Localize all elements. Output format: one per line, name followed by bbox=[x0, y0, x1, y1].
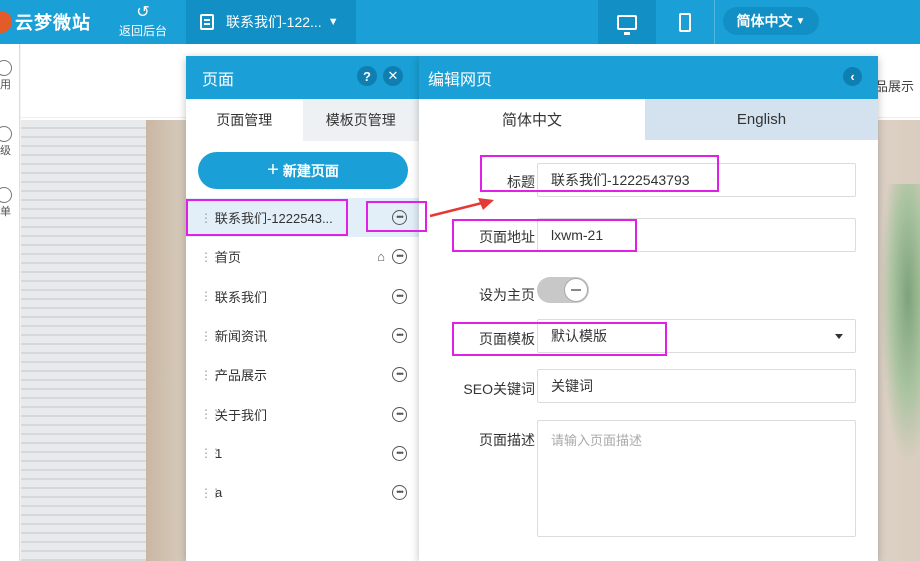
page-list-item[interactable]: ⋮⋮ a ••• bbox=[186, 473, 419, 512]
divider bbox=[714, 0, 715, 44]
back-to-admin-label: 返回后台 bbox=[118, 24, 167, 38]
language-tabs: 简体中文 English bbox=[419, 99, 878, 140]
set-homepage-label: 设为主页 bbox=[479, 287, 535, 303]
mobile-view-button[interactable] bbox=[656, 0, 714, 44]
mobile-icon bbox=[679, 12, 691, 32]
more-options-icon[interactable]: ••• bbox=[392, 210, 407, 226]
page-icon bbox=[200, 14, 214, 30]
preview-banner-plant bbox=[880, 184, 920, 464]
edit-panel-title: 编辑网页 bbox=[428, 71, 493, 89]
more-options-icon[interactable]: ••• bbox=[392, 249, 407, 265]
drag-handle-icon[interactable]: ⋮⋮ bbox=[200, 329, 222, 343]
drag-handle-icon[interactable]: ⋮⋮ bbox=[200, 446, 222, 460]
chevron-down-icon: ▼ bbox=[327, 16, 339, 28]
set-homepage-toggle[interactable] bbox=[537, 277, 589, 303]
more-options-icon[interactable]: ••• bbox=[392, 288, 407, 304]
title-input[interactable]: 联系我们-1222543793 bbox=[537, 163, 856, 197]
collapse-icon[interactable]: ‹ bbox=[843, 67, 862, 86]
logo-mark bbox=[0, 11, 12, 33]
seo-keywords-label: SEO关键词 bbox=[463, 381, 535, 397]
page-list-item[interactable]: ⋮⋮ 关于我们 ••• bbox=[186, 394, 419, 433]
pages-panel-tabs: 页面管理 模板页管理 bbox=[186, 99, 419, 141]
pages-panel-header: 页面 ? ✕ bbox=[186, 56, 419, 99]
annotation-arrow bbox=[429, 198, 494, 218]
page-list-item[interactable]: ⋮⋮ 首页 ⌂ ••• bbox=[186, 237, 419, 276]
user-icon bbox=[0, 187, 12, 203]
page-item-label: 联系我们 bbox=[215, 289, 268, 305]
edit-page-panel: 编辑网页 ‹ 简体中文 English 标题 联系我们-1222543793 页… bbox=[419, 56, 878, 561]
drag-handle-icon[interactable]: ⋮⋮ bbox=[200, 289, 222, 303]
title-label: 标题 bbox=[507, 174, 535, 190]
template-value: 默认模版 bbox=[551, 328, 607, 344]
page-item-label: 1 bbox=[215, 445, 223, 461]
page-list-item[interactable]: ⋮⋮ 产品展示 ••• bbox=[186, 355, 419, 394]
drag-handle-icon[interactable]: ⋮⋮ bbox=[200, 407, 222, 421]
page-item-label: 关于我们 bbox=[215, 407, 268, 423]
new-page-button[interactable]: + 新建页面 bbox=[198, 152, 408, 189]
seo-keywords-input[interactable]: 关键词 bbox=[537, 369, 856, 403]
drag-handle-icon[interactable]: ⋮⋮ bbox=[200, 486, 222, 500]
more-options-icon[interactable]: ••• bbox=[392, 485, 407, 501]
page-item-label: a bbox=[215, 485, 223, 501]
plus-icon: + bbox=[267, 159, 279, 181]
page-template-select[interactable]: 默认模版 bbox=[537, 319, 856, 353]
page-address-input[interactable]: lxwm-21 bbox=[537, 218, 856, 252]
desktop-icon bbox=[617, 14, 637, 35]
current-page-label: 联系我们-122... bbox=[226, 14, 322, 30]
tab-simplified-chinese[interactable]: 简体中文 bbox=[419, 99, 645, 140]
page-list-item[interactable]: ⋮⋮ 1 ••• bbox=[186, 434, 419, 473]
top-bar: 云梦微站 ↺ 返回后台 联系我们-122... ▼ 简体中文 ▼ bbox=[0, 0, 920, 44]
preview-nav-item[interactable]: 品展示 bbox=[875, 76, 914, 95]
strip-item-form[interactable]: 单 bbox=[0, 187, 20, 219]
tab-template-management[interactable]: 模板页管理 bbox=[302, 99, 419, 141]
page-item-label: 新闻资讯 bbox=[215, 329, 268, 345]
page-list-item[interactable]: ⋮⋮ 联系我们-1222543... ••• bbox=[186, 198, 419, 238]
page-list-item[interactable]: ⋮⋮ 联系我们 ••• bbox=[186, 277, 419, 316]
toggle-knob bbox=[564, 278, 588, 302]
page-item-label: 产品展示 bbox=[215, 368, 268, 384]
drag-handle-icon[interactable]: ⋮⋮ bbox=[200, 211, 222, 225]
more-options-icon[interactable]: ••• bbox=[392, 445, 407, 461]
chevron-down-icon: ▼ bbox=[795, 15, 806, 27]
language-dropdown[interactable]: 简体中文 ▼ bbox=[723, 7, 819, 35]
tab-english[interactable]: English bbox=[645, 99, 878, 140]
left-tool-strip: 用 级 单 bbox=[0, 44, 20, 561]
home-icon: ⌂ bbox=[377, 249, 385, 265]
logo-text: 云梦微站 bbox=[15, 13, 91, 33]
drag-handle-icon[interactable]: ⋮⋮ bbox=[200, 368, 222, 382]
diamond-icon bbox=[0, 126, 12, 142]
pages-panel-title: 页面 bbox=[202, 71, 235, 89]
strip-item-apps[interactable]: 用 bbox=[0, 60, 20, 92]
page-description-label: 页面描述 bbox=[479, 432, 535, 448]
apps-icon bbox=[0, 60, 12, 76]
tab-page-management[interactable]: 页面管理 bbox=[186, 99, 303, 141]
strip-item-label: 单 bbox=[0, 206, 11, 218]
strip-item-label: 级 bbox=[0, 145, 11, 157]
page-item-label: 首页 bbox=[215, 250, 242, 266]
dropdown-caret-icon bbox=[835, 334, 843, 339]
more-options-icon[interactable]: ••• bbox=[392, 328, 407, 344]
back-to-admin-button[interactable]: ↺ 返回后台 bbox=[108, 0, 178, 44]
edit-panel-header: 编辑网页 ‹ bbox=[419, 56, 878, 99]
new-page-label: 新建页面 bbox=[282, 162, 339, 179]
help-icon[interactable]: ? bbox=[357, 66, 377, 86]
strip-item-level[interactable]: 级 bbox=[0, 126, 20, 158]
language-label: 简体中文 bbox=[736, 13, 793, 29]
pages-panel: 页面 ? ✕ 页面管理 模板页管理 + 新建页面 ⋮⋮ 联系我们-1222543… bbox=[186, 56, 419, 561]
desktop-view-button[interactable] bbox=[598, 0, 656, 44]
page-description-textarea[interactable]: 请输入页面描述 bbox=[537, 420, 856, 537]
more-options-icon[interactable]: ••• bbox=[392, 406, 407, 422]
current-page-dropdown[interactable]: 联系我们-122... ▼ bbox=[186, 0, 356, 44]
page-list: ⋮⋮ 联系我们-1222543... ••• ⋮⋮ 首页 ⌂ ••• ⋮⋮ 联系… bbox=[186, 198, 419, 512]
undo-icon: ↺ bbox=[136, 4, 150, 21]
more-options-icon[interactable]: ••• bbox=[392, 367, 407, 383]
drag-handle-icon[interactable]: ⋮⋮ bbox=[200, 250, 222, 264]
page-template-label: 页面模板 bbox=[479, 331, 535, 347]
page-list-item[interactable]: ⋮⋮ 新闻资讯 ••• bbox=[186, 316, 419, 355]
page-address-label: 页面地址 bbox=[479, 229, 535, 245]
page-item-label: 联系我们-1222543... bbox=[215, 211, 333, 227]
strip-item-label: 用 bbox=[0, 79, 11, 91]
close-icon[interactable]: ✕ bbox=[383, 66, 403, 86]
logo: 云梦微站 bbox=[0, 0, 104, 44]
